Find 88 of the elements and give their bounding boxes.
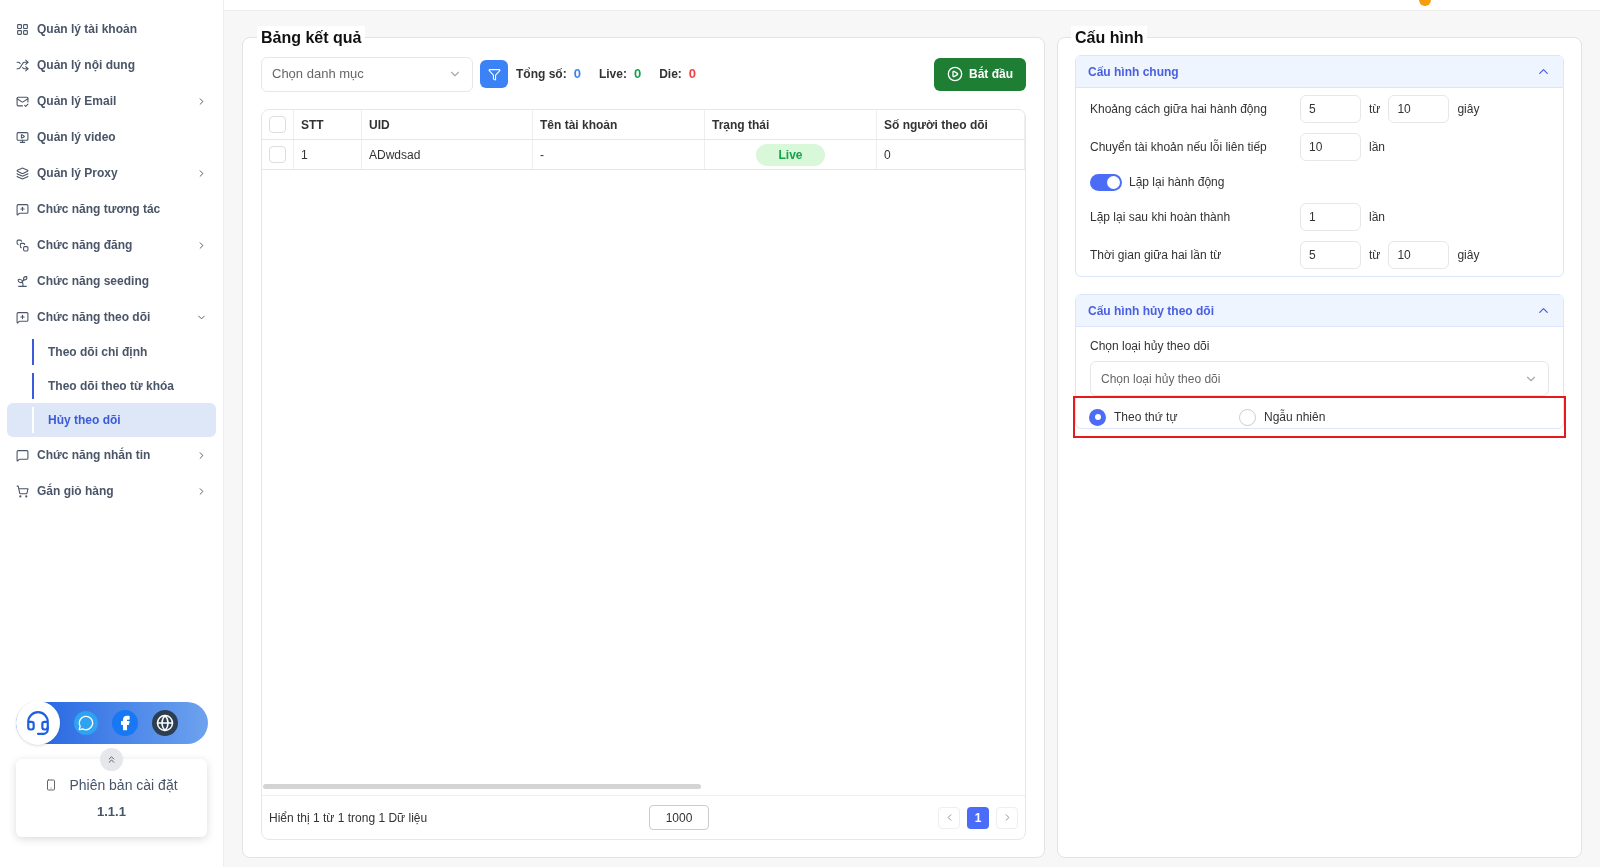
setting-label: Khoảng cách giữa hai hành động — [1090, 101, 1268, 118]
category-select[interactable]: Chọn danh mục — [261, 56, 473, 92]
stat-value: 0 — [688, 65, 697, 84]
message-plus-icon — [16, 202, 29, 216]
unit-label: giây — [1457, 101, 1480, 118]
sidebar-item[interactable]: Chức năng đăng — [7, 227, 216, 263]
chat-bubble-icon — [77, 715, 94, 731]
next-page-button[interactable] — [996, 806, 1018, 829]
sidebar-item[interactable]: Chức năng tương tác — [7, 191, 216, 227]
sidebar-item[interactable]: Gắn giỏ hàng — [7, 473, 216, 509]
section-header[interactable]: Cấu hình chung — [1076, 56, 1563, 88]
filter-button[interactable] — [480, 60, 508, 88]
stat-label: Live: — [598, 66, 627, 83]
message-plus-icon — [16, 310, 29, 324]
number-field[interactable]: 10 — [1300, 133, 1361, 161]
number-field[interactable]: 1 — [1300, 203, 1361, 231]
sprout-icon — [16, 274, 29, 288]
sidebar-item[interactable]: Chức năng nhắn tin — [7, 437, 216, 473]
grid-icon — [16, 22, 29, 36]
stat-value: 0 — [573, 65, 581, 84]
table-cell-text: 1 — [301, 146, 308, 164]
section-header[interactable]: Cấu hình hủy theo dõi — [1076, 295, 1563, 327]
page-button[interactable]: 1 — [967, 806, 989, 829]
setting-label: Lặp lại hành động — [1129, 174, 1225, 191]
number-field[interactable]: 5 — [1300, 95, 1361, 123]
sidebar-item[interactable]: Quản lý nội dung — [7, 47, 216, 83]
select-all-checkbox[interactable] — [269, 116, 286, 133]
unfollow-type-select[interactable]: Chọn loại hủy theo dõi — [1090, 361, 1549, 396]
cart-icon — [16, 484, 29, 498]
globe-button[interactable] — [151, 710, 178, 736]
column-header: STT — [294, 110, 362, 139]
layers-icon — [16, 166, 29, 180]
table-cell-text: 0 — [884, 146, 891, 164]
unit-label: từ — [1369, 101, 1381, 118]
unit-label: giây — [1457, 247, 1480, 264]
sidebar-item[interactable]: Quản lý video — [7, 119, 216, 155]
unit-label: từ — [1369, 247, 1381, 264]
stat-value: 0 — [633, 65, 642, 84]
column-header: Trạng thái — [705, 110, 877, 139]
sidebar-item[interactable]: Quản lý Email — [7, 83, 216, 119]
start-button[interactable]: Bắt đầu — [934, 57, 1026, 91]
pagination-summary: Hiển thị 1 từ 1 trong 1 Dữ liệu — [269, 809, 429, 827]
support-button[interactable] — [15, 701, 60, 745]
field-label: Chọn loại hủy theo dõi — [1090, 338, 1211, 355]
horizontal-scrollbar[interactable] — [263, 784, 701, 789]
status-badge: Live — [756, 143, 825, 166]
setting-label: Lặp lại sau khi hoàn thành — [1090, 209, 1232, 226]
sidebar-item[interactable]: Quản lý Proxy — [7, 155, 216, 191]
previous-page-button[interactable] — [938, 806, 960, 829]
column-header: Số người theo dõi — [877, 110, 1025, 139]
device-icon — [45, 779, 58, 792]
stat-label: Tổng số: — [516, 66, 567, 83]
radio-option[interactable]: Ngẫu nhiên — [1239, 408, 1389, 426]
sidebar-item[interactable]: Quản lý tài khoản — [7, 11, 216, 47]
sidebar-item[interactable]: Chức năng seeding — [7, 263, 216, 299]
video-icon — [16, 130, 29, 144]
chat-icon — [16, 448, 29, 462]
setting-label: Chuyển tài khoản nếu lỗi liên tiếp — [1090, 138, 1268, 156]
mail-icon — [16, 94, 29, 108]
arrows-icon — [16, 58, 29, 72]
zalo-button[interactable] — [73, 711, 98, 735]
sidebar-item[interactable]: Chức năng theo dõi — [7, 299, 216, 335]
number-field[interactable]: 10 — [1388, 95, 1450, 123]
version-label: Phiên bản cài đặt — [69, 775, 178, 795]
unit-label: lần — [1369, 209, 1385, 226]
submenu-item[interactable]: Hủy theo dõi — [7, 403, 216, 437]
stat-label: Die: — [659, 66, 682, 83]
table-cell-text: ADwdsad — [369, 146, 421, 164]
page-size-field[interactable]: 1000 — [649, 805, 709, 830]
version-number: 1.1.1 — [97, 802, 126, 821]
facebook-button[interactable] — [111, 710, 138, 736]
table-cell-text: - — [540, 146, 544, 164]
setting-label: Thời gian giữa hai lần từ — [1090, 247, 1223, 264]
number-field[interactable]: 10 — [1388, 241, 1450, 269]
toggle-switch[interactable] — [1090, 173, 1122, 191]
globe-icon — [155, 714, 174, 732]
column-header: UID — [362, 110, 533, 139]
number-field[interactable]: 5 — [1300, 241, 1361, 269]
play-icon — [947, 66, 963, 82]
row-checkbox[interactable] — [269, 146, 286, 163]
headset-icon — [24, 710, 51, 736]
double-chevron-up-icon — [106, 754, 117, 765]
unit-label: lần — [1369, 139, 1385, 156]
radio-option[interactable]: Theo thứ tự — [1089, 408, 1239, 426]
submenu-item[interactable]: Theo dõi chỉ định — [7, 335, 216, 369]
submenu-item[interactable]: Theo dõi theo từ khóa — [7, 369, 216, 403]
filter-icon — [487, 67, 501, 81]
column-header: Tên tài khoản — [533, 110, 705, 139]
